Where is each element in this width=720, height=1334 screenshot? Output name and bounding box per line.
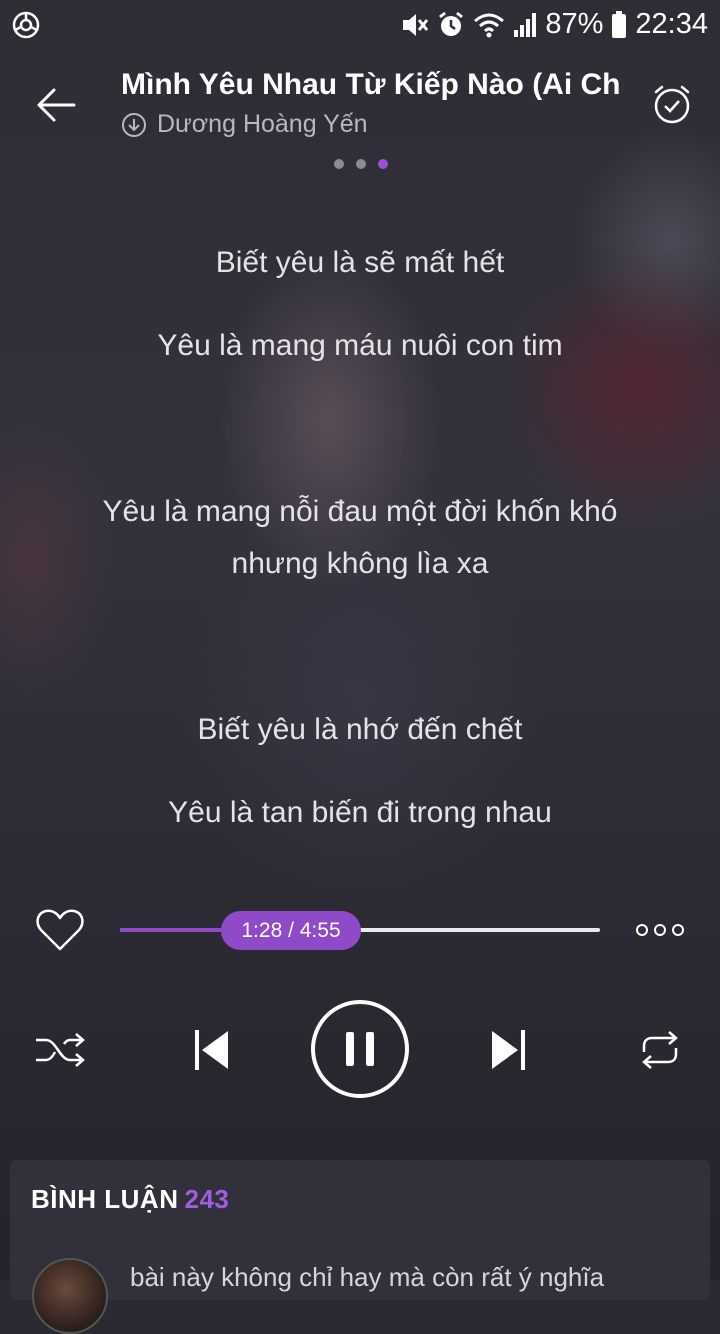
heart-icon[interactable] (35, 907, 85, 953)
status-bar: 87% 22:34 (0, 0, 720, 50)
comments-header: BÌNH LUẬN 243 (31, 1184, 229, 1215)
lyric-line: Yêu là tan biến đi trong nhau (168, 796, 552, 829)
mute-icon (403, 13, 429, 36)
song-title: Mình Yêu Nhau Từ Kiếp Nào (Ai Ch... (121, 68, 621, 101)
progress-thumb-time[interactable]: 1:28 / 4:55 (221, 911, 361, 950)
alarm-icon (439, 11, 464, 36)
avatar[interactable] (32, 1258, 108, 1334)
app-icon (12, 11, 40, 39)
comment-text: bài này không chỉ hay mà còn rất ý nghĩa (130, 1262, 605, 1292)
download-icon[interactable] (121, 112, 147, 138)
battery-icon (612, 10, 627, 38)
battery-percent: 87% (545, 8, 604, 40)
lyric-line: nhưng không lìa xa (231, 547, 489, 580)
sleep-timer-icon[interactable] (650, 82, 694, 126)
lyric-line: Biết yêu là nhớ đến chết (197, 713, 523, 746)
signal-icon (514, 12, 537, 37)
comments-count: 243 (184, 1184, 230, 1214)
page-dot[interactable] (334, 159, 344, 169)
page-dot[interactable] (356, 159, 366, 169)
next-track-icon[interactable] (488, 1027, 528, 1073)
pause-button[interactable] (310, 999, 410, 1099)
comments-title: BÌNH LUẬN (31, 1184, 179, 1214)
repeat-icon[interactable] (634, 1030, 686, 1070)
shuffle-icon[interactable] (34, 1030, 86, 1070)
artist-row[interactable]: Dương Hoàng Yến (121, 110, 368, 139)
artist-name[interactable]: Dương Hoàng Yến (157, 110, 368, 139)
lyric-line: Biết yêu là sẽ mất hết (215, 246, 505, 279)
lyric-line: Yêu là mang nỗi đau một đời khốn khó (102, 495, 618, 528)
page-indicator (334, 159, 388, 169)
comments-section[interactable]: BÌNH LUẬN 243 bài này không chỉ hay mà cò… (10, 1160, 710, 1334)
page-dot-active[interactable] (378, 159, 388, 169)
back-arrow-icon[interactable] (34, 82, 80, 128)
lyric-line: Yêu là mang máu nuôi con tim (157, 329, 563, 362)
clock: 22:34 (635, 8, 708, 40)
more-options-icon[interactable] (634, 920, 686, 940)
previous-track-icon[interactable] (192, 1027, 232, 1073)
wifi-icon (474, 13, 505, 37)
